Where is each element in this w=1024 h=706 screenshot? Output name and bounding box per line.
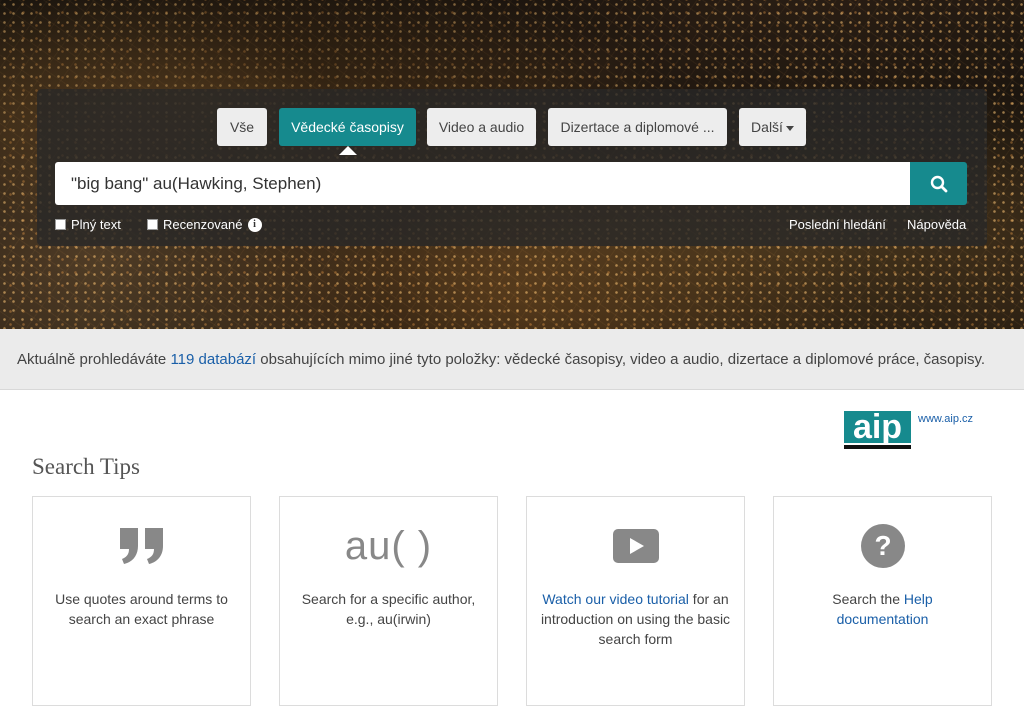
search-panel: Vše Vědecké časopisy Video a audio Dizer… bbox=[37, 89, 987, 246]
fulltext-checkbox[interactable] bbox=[55, 219, 66, 230]
search-tips-title: Search Tips bbox=[32, 454, 140, 479]
peer-reviewed-label: Recenzované bbox=[163, 217, 243, 232]
search-icon bbox=[930, 175, 947, 192]
info-prefix: Aktuálně prohledáváte bbox=[17, 351, 171, 368]
question-icon: ? bbox=[774, 521, 991, 571]
tip-card-quotes: Use quotes around terms to search an exa… bbox=[32, 496, 251, 706]
tip-text: Search the Help documentation bbox=[786, 589, 979, 629]
aip-website-link[interactable]: www.aip.cz bbox=[918, 413, 973, 425]
tip-text: Search for a specific author, e.g., au(i… bbox=[301, 591, 476, 627]
tip-card-author: au( ) Search for a specific author, e.g.… bbox=[279, 496, 498, 706]
quote-icon bbox=[33, 521, 250, 571]
aip-logo[interactable]: aip bbox=[844, 411, 911, 451]
hero-background: Vše Vědecké časopisy Video a audio Dizer… bbox=[0, 0, 1024, 329]
tip-card-help: ? Search the Help documentation bbox=[773, 496, 992, 706]
svg-text:?: ? bbox=[874, 530, 891, 561]
tab-more-label: Další bbox=[751, 119, 783, 135]
tab-dissertations[interactable]: Dizertace a diplomové ... bbox=[548, 108, 727, 146]
author-syntax-icon: au( ) bbox=[280, 521, 497, 571]
play-video-icon[interactable] bbox=[527, 521, 744, 571]
chevron-down-icon bbox=[785, 125, 794, 131]
tab-video-audio[interactable]: Video a audio bbox=[427, 108, 536, 146]
info-suffix: obsahujících mimo jiné tyto položky: věd… bbox=[256, 351, 986, 368]
databases-info-bar: Aktuálně prohledáváte 119 databází obsah… bbox=[0, 329, 1024, 390]
search-input[interactable] bbox=[55, 162, 910, 205]
peer-reviewed-option[interactable]: Recenzované i bbox=[147, 217, 262, 232]
active-tab-pointer bbox=[339, 146, 357, 155]
tip-text: Watch our video tutorial for an introduc… bbox=[539, 589, 732, 649]
databases-link[interactable]: 119 databází bbox=[170, 351, 256, 368]
search-tabs: Vše Vědecké časopisy Video a audio Dizer… bbox=[37, 108, 987, 146]
help-link[interactable]: Nápověda bbox=[907, 217, 966, 232]
tab-scholarly-journals[interactable]: Vědecké časopisy bbox=[279, 108, 416, 146]
peer-reviewed-checkbox[interactable] bbox=[147, 219, 158, 230]
tip-text: Use quotes around terms to search an exa… bbox=[55, 591, 228, 627]
tab-all[interactable]: Vše bbox=[217, 108, 267, 146]
au-text: au( ) bbox=[344, 523, 433, 568]
recent-searches-link[interactable]: Poslední hledání bbox=[789, 217, 886, 232]
fulltext-option[interactable]: Plný text bbox=[55, 217, 121, 232]
tab-more[interactable]: Další bbox=[739, 108, 806, 146]
logo-text: aip bbox=[853, 411, 902, 446]
search-button[interactable] bbox=[910, 162, 967, 205]
tip-card-video: Watch our video tutorial for an introduc… bbox=[526, 496, 745, 706]
info-icon[interactable]: i bbox=[247, 217, 262, 232]
help-tip-prefix: Search the bbox=[832, 591, 904, 607]
fulltext-label: Plný text bbox=[71, 217, 121, 232]
video-tutorial-link[interactable]: Watch our video tutorial bbox=[542, 591, 689, 607]
